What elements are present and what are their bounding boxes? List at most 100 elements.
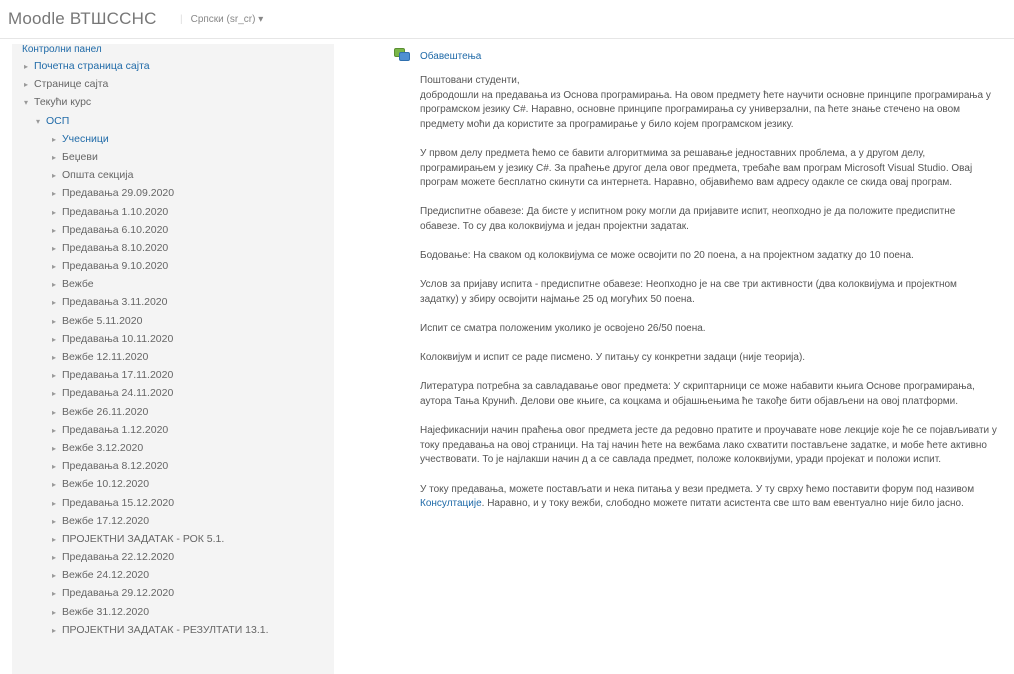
collapsed-arrow-icon[interactable]: ▸ <box>52 258 62 276</box>
nav-item-label[interactable]: Предавања 8.12.2020 <box>62 460 168 472</box>
nav-item[interactable]: ▸ Општа секција <box>12 166 334 184</box>
nav-item-label[interactable]: Предавања 1.10.2020 <box>62 206 168 218</box>
collapsed-arrow-icon[interactable]: ▸ <box>52 422 62 440</box>
nav-item-label[interactable]: Предавања 29.09.2020 <box>62 187 174 199</box>
collapsed-arrow-icon[interactable]: ▸ <box>52 385 62 403</box>
collapsed-arrow-icon[interactable]: ▸ <box>52 513 62 531</box>
nav-item[interactable]: ▸ ПРОЈЕКТНИ ЗАДАТАК - РЕЗУЛТАТИ 13.1. <box>12 621 334 639</box>
nav-item-label[interactable]: Вежбе <box>62 278 94 290</box>
nav-item[interactable]: ▸ Предавања 8.12.2020 <box>12 457 334 475</box>
collapsed-arrow-icon[interactable]: ▸ <box>52 294 62 312</box>
expanded-arrow-icon[interactable]: ▾ <box>24 94 34 112</box>
nav-item-label[interactable]: Предавања 1.12.2020 <box>62 424 168 436</box>
nav-item[interactable]: ▸ Предавања 1.12.2020 <box>12 421 334 439</box>
collapsed-arrow-icon[interactable]: ▸ <box>52 585 62 603</box>
collapsed-arrow-icon[interactable]: ▸ <box>52 367 62 385</box>
nav-item-label[interactable]: ОСП <box>46 115 69 127</box>
nav-item-label[interactable]: Вежбе 26.11.2020 <box>62 406 148 418</box>
collapsed-arrow-icon[interactable]: ▸ <box>52 604 62 622</box>
nav-item[interactable]: ▸ Вежбе 31.12.2020 <box>12 603 334 621</box>
collapsed-arrow-icon[interactable]: ▸ <box>52 276 62 294</box>
nav-item[interactable]: ▾ Текући курс <box>12 93 334 111</box>
nav-item-label[interactable]: Учесници <box>62 133 109 145</box>
nav-item-label[interactable]: Вежбе 17.12.2020 <box>62 515 149 527</box>
expanded-arrow-icon[interactable]: ▾ <box>36 113 46 131</box>
nav-item[interactable]: ▸ Предавања 22.12.2020 <box>12 548 334 566</box>
nav-item-label[interactable]: Предавања 9.10.2020 <box>62 260 168 272</box>
collapsed-arrow-icon[interactable]: ▸ <box>52 440 62 458</box>
nav-item[interactable]: ▸ Вежбе 24.12.2020 <box>12 566 334 584</box>
nav-item[interactable]: ▸ Предавања 29.12.2020 <box>12 584 334 602</box>
nav-item-label[interactable]: Почетна страница сајта <box>34 60 150 72</box>
collapsed-arrow-icon[interactable]: ▸ <box>52 331 62 349</box>
nav-item[interactable]: ▸ Предавања 10.11.2020 <box>12 330 334 348</box>
collapsed-arrow-icon[interactable]: ▸ <box>52 167 62 185</box>
collapsed-arrow-icon[interactable]: ▸ <box>52 404 62 422</box>
collapsed-arrow-icon[interactable]: ▸ <box>52 495 62 513</box>
collapsed-arrow-icon[interactable]: ▸ <box>52 349 62 367</box>
nav-item-label[interactable]: Беџеви <box>62 151 98 163</box>
collapsed-arrow-icon[interactable]: ▸ <box>52 313 62 331</box>
nav-item-label[interactable]: Вежбе 10.12.2020 <box>62 478 149 490</box>
nav-item-label[interactable]: Странице сајта <box>34 78 108 90</box>
language-menu-label[interactable]: Српски (sr_cr) ▾ <box>191 14 264 25</box>
collapsed-arrow-icon[interactable]: ▸ <box>52 567 62 585</box>
collapsed-arrow-icon[interactable]: ▸ <box>24 76 34 94</box>
nav-item-label[interactable]: Предавања 24.11.2020 <box>62 387 173 399</box>
nav-item-label[interactable]: Вежбе 5.11.2020 <box>62 315 142 327</box>
nav-item[interactable]: ▸ Вежбе 17.12.2020 <box>12 512 334 530</box>
collapsed-arrow-icon[interactable]: ▸ <box>52 222 62 240</box>
nav-item-label[interactable]: Предавања 17.11.2020 <box>62 369 173 381</box>
navigation-block-title[interactable]: Контролни панел <box>22 44 102 55</box>
nav-item-label[interactable]: Предавања 3.11.2020 <box>62 296 167 308</box>
nav-item-label[interactable]: Предавања 29.12.2020 <box>62 587 174 599</box>
nav-item[interactable]: ▸ Предавања 3.11.2020 <box>12 293 334 311</box>
nav-item-label[interactable]: Предавања 15.12.2020 <box>62 497 174 509</box>
nav-item[interactable]: ▸ Предавања 24.11.2020 <box>12 384 334 402</box>
collapsed-arrow-icon[interactable]: ▸ <box>24 58 34 76</box>
nav-item-label[interactable]: ПРОЈЕКТНИ ЗАДАТАК - РЕЗУЛТАТИ 13.1. <box>62 624 269 636</box>
collapsed-arrow-icon[interactable]: ▸ <box>52 549 62 567</box>
nav-item-label[interactable]: Предавања 22.12.2020 <box>62 551 174 563</box>
consultations-forum-link[interactable]: Консултације <box>420 498 482 509</box>
nav-item-label[interactable]: Вежбе 31.12.2020 <box>62 606 149 618</box>
nav-item[interactable]: ▸ Предавања 17.11.2020 <box>12 366 334 384</box>
nav-item-label[interactable]: Вежбе 12.11.2020 <box>62 351 148 363</box>
collapsed-arrow-icon[interactable]: ▸ <box>52 185 62 203</box>
nav-item[interactable]: ▸ Вежбе 5.11.2020 <box>12 312 334 330</box>
nav-item[interactable]: ▾ ОСП <box>12 112 334 130</box>
nav-item[interactable]: ▸ Вежбе 12.11.2020 <box>12 348 334 366</box>
nav-item[interactable]: ▸ Предавања 29.09.2020 <box>12 184 334 202</box>
collapsed-arrow-icon[interactable]: ▸ <box>52 131 62 149</box>
collapsed-arrow-icon[interactable]: ▸ <box>52 476 62 494</box>
nav-item-label[interactable]: Предавања 8.10.2020 <box>62 242 168 254</box>
nav-item[interactable]: ▸ Вежбе 10.12.2020 <box>12 475 334 493</box>
collapsed-arrow-icon[interactable]: ▸ <box>52 204 62 222</box>
nav-item[interactable]: ▸ Странице сајта <box>12 75 334 93</box>
nav-item[interactable]: ▸ Вежбе <box>12 275 334 293</box>
nav-item[interactable]: ▸ Предавања 8.10.2020 <box>12 239 334 257</box>
collapsed-arrow-icon[interactable]: ▸ <box>52 458 62 476</box>
collapsed-arrow-icon[interactable]: ▸ <box>52 240 62 258</box>
nav-item-label[interactable]: Текући курс <box>34 96 91 108</box>
nav-item-label[interactable]: Вежбе 24.12.2020 <box>62 569 149 581</box>
site-brand-link[interactable]: Moodle ВТШССНС <box>8 9 157 29</box>
nav-item[interactable]: ▸ Учесници <box>12 130 334 148</box>
forum-title-link[interactable]: Обавештења <box>420 51 481 62</box>
nav-item[interactable]: ▸ Вежбе 26.11.2020 <box>12 403 334 421</box>
nav-item-label[interactable]: Предавања 6.10.2020 <box>62 224 168 236</box>
nav-item[interactable]: ▸ Предавања 1.10.2020 <box>12 203 334 221</box>
collapsed-arrow-icon[interactable]: ▸ <box>52 622 62 640</box>
nav-item[interactable]: ▸ ПРОЈЕКТНИ ЗАДАТАК - РОК 5.1. <box>12 530 334 548</box>
collapsed-arrow-icon[interactable]: ▸ <box>52 531 62 549</box>
nav-item-label[interactable]: Општа секција <box>62 169 133 181</box>
nav-item[interactable]: ▸ Предавања 9.10.2020 <box>12 257 334 275</box>
nav-item-label[interactable]: ПРОЈЕКТНИ ЗАДАТАК - РОК 5.1. <box>62 533 224 545</box>
nav-item[interactable]: ▸ Предавања 15.12.2020 <box>12 494 334 512</box>
nav-item[interactable]: ▸ Почетна страница сајта <box>12 57 334 75</box>
nav-item[interactable]: ▸ Беџеви <box>12 148 334 166</box>
language-menu[interactable]: | Српски (sr_cr) ▾ <box>180 14 263 25</box>
nav-item[interactable]: ▸ Предавања 6.10.2020 <box>12 221 334 239</box>
nav-item-label[interactable]: Вежбе 3.12.2020 <box>62 442 143 454</box>
collapsed-arrow-icon[interactable]: ▸ <box>52 149 62 167</box>
